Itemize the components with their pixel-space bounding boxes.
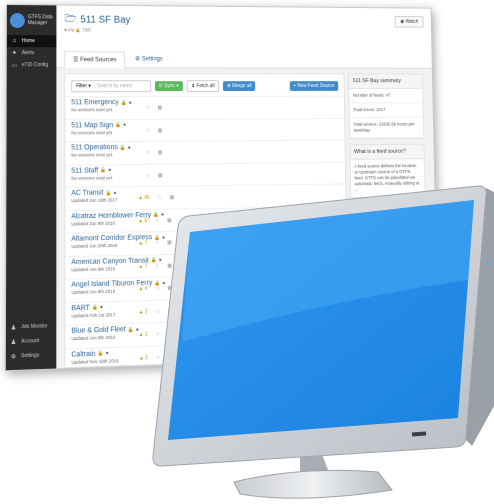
monitor-illustration xyxy=(152,185,494,499)
stand-base-icon xyxy=(233,469,393,499)
cable-icon xyxy=(486,262,492,264)
